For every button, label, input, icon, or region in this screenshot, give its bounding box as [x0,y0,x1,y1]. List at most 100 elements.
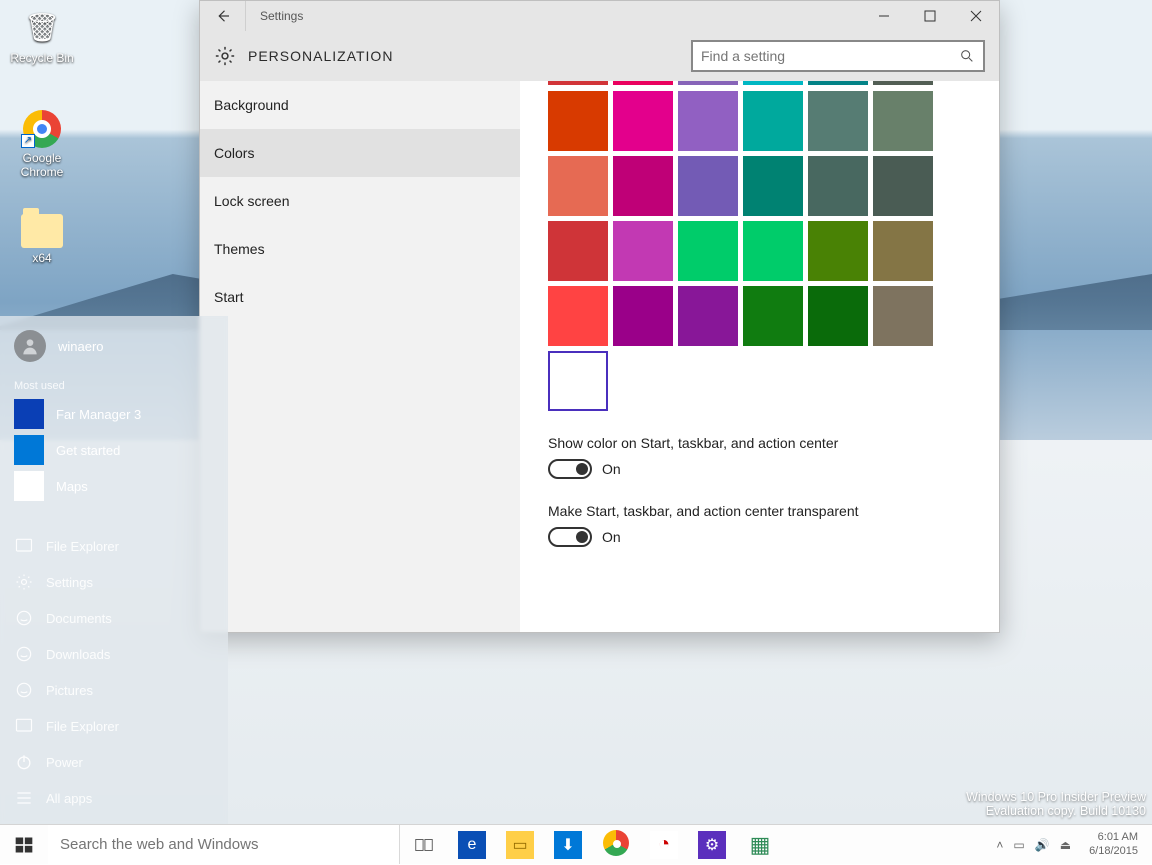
color-swatch[interactable] [743,81,803,85]
nav-item-start[interactable]: Start [200,273,520,321]
color-swatch[interactable] [873,81,933,85]
color-swatch[interactable] [808,91,868,151]
start-item-pictures[interactable]: Pictures [0,672,228,708]
color-swatch[interactable] [808,221,868,281]
taskbar-chrome[interactable] [592,825,640,865]
start-item-get-started[interactable]: Get started [0,432,228,468]
desktop-icon-chrome[interactable]: ↗ Google Chrome [4,110,80,179]
start-item-settings[interactable]: Settings [0,564,228,600]
settings-icon [14,572,34,592]
color-swatch[interactable] [613,156,673,216]
window-titlebar[interactable]: Settings [200,1,999,31]
color-swatch[interactable] [743,221,803,281]
file-explorer-icon [14,716,34,736]
color-swatch[interactable] [873,91,933,151]
tray-chevron-icon[interactable]: ˄ [996,838,1003,852]
start-item-power[interactable]: Power [0,744,228,780]
start-user-row[interactable]: winaero [0,316,228,376]
color-swatch[interactable] [613,221,673,281]
folder-icon [21,214,63,248]
start-item-file-explorer[interactable]: File Explorer [0,708,228,744]
color-swatch[interactable] [678,156,738,216]
settings-search-input[interactable] [701,48,959,64]
nav-item-colors[interactable]: Colors [200,129,520,177]
settings-search-box[interactable] [691,40,985,72]
color-swatch[interactable] [678,221,738,281]
desktop-icon-x64-folder[interactable]: x64 [4,214,80,265]
start-item-downloads[interactable]: Downloads [0,636,228,672]
start-item-all-apps[interactable]: All apps [0,780,228,816]
color-swatch[interactable] [613,91,673,151]
color-swatch[interactable] [548,81,608,85]
color-swatch-grid [548,91,971,346]
color-swatch[interactable] [613,286,673,346]
close-button[interactable] [953,1,999,31]
windows-logo-icon [14,835,34,855]
show-color-toggle[interactable] [548,459,592,479]
taskbar-search[interactable] [48,825,400,864]
taskbar-search-input[interactable] [60,836,387,853]
start-button[interactable] [0,825,48,864]
settings-section-title: PERSONALIZATION [248,48,679,64]
taskbar-irfanview[interactable]: ◔ [640,825,688,865]
show-color-label: Show color on Start, taskbar, and action… [548,435,971,451]
irfanview-icon: ◔ [650,831,678,859]
minimize-button[interactable] [861,1,907,31]
nav-item-lock-screen[interactable]: Lock screen [200,177,520,225]
color-swatch[interactable] [873,156,933,216]
start-item-label: Documents [46,611,112,626]
color-swatch-selected[interactable] [548,351,608,411]
color-swatch[interactable] [808,81,868,85]
transparency-label: Make Start, taskbar, and action center t… [548,503,971,519]
user-avatar-icon [14,330,46,362]
color-swatch[interactable] [873,286,933,346]
color-swatch[interactable] [678,91,738,151]
tray-volume-icon[interactable]: 🔊 [1035,838,1050,852]
tray-action-center-icon[interactable]: ▭ [1013,838,1024,852]
color-swatch[interactable] [808,156,868,216]
start-item-label: Downloads [46,647,110,662]
start-item-far-manager-3[interactable]: Far Manager 3 [0,396,228,432]
taskbar-explorer[interactable]: ▭ [496,825,544,865]
color-swatch[interactable] [678,81,738,85]
color-swatch[interactable] [743,91,803,151]
start-item-file-explorer[interactable]: File Explorer [0,528,228,564]
edge-icon: e [458,831,486,859]
taskbar-store[interactable]: ⬇ [544,825,592,865]
desktop-icon-label: x64 [4,251,80,265]
nav-item-background[interactable]: Background [200,81,520,129]
taskbar-edge[interactable]: e [448,825,496,865]
start-item-label: Settings [46,575,93,590]
desktop-icon-recycle-bin[interactable]: 🗑 Recycle Bin [4,6,80,65]
start-item-label: Get started [56,443,120,458]
tray-hardware-icon[interactable]: ⏏ [1060,838,1071,852]
color-swatch[interactable] [613,81,673,85]
taskbar-settings[interactable]: ⚙ [688,825,736,865]
start-item-documents[interactable]: Documents [0,600,228,636]
taskbar-task-view[interactable] [400,825,448,865]
search-icon [959,48,975,64]
transparency-toggle[interactable] [548,527,592,547]
settings-subheader: PERSONALIZATION [200,31,999,81]
maximize-button[interactable] [907,1,953,31]
color-swatch[interactable] [548,91,608,151]
tray-clock[interactable]: 6:01 AM 6/18/2015 [1081,831,1146,857]
start-item-maps[interactable]: Maps [0,468,228,504]
recycle-bin-icon: 🗑 [21,6,63,48]
downloads-icon [14,644,34,664]
color-swatch[interactable] [548,286,608,346]
start-menu: winaero Most used Far Manager 3Get start… [0,316,228,824]
all-apps-icon [14,788,34,808]
color-swatch[interactable] [743,156,803,216]
color-swatch[interactable] [873,221,933,281]
build-watermark: Windows 10 Pro Insider Preview Evaluatio… [966,790,1146,818]
color-swatch[interactable] [548,221,608,281]
color-swatch[interactable] [808,286,868,346]
color-swatch[interactable] [743,286,803,346]
color-swatch[interactable] [548,156,608,216]
taskbar-regedit[interactable]: ▦ [736,825,784,865]
nav-item-themes[interactable]: Themes [200,225,520,273]
color-swatch[interactable] [678,286,738,346]
back-button[interactable] [200,1,246,31]
chrome-icon [603,830,629,856]
